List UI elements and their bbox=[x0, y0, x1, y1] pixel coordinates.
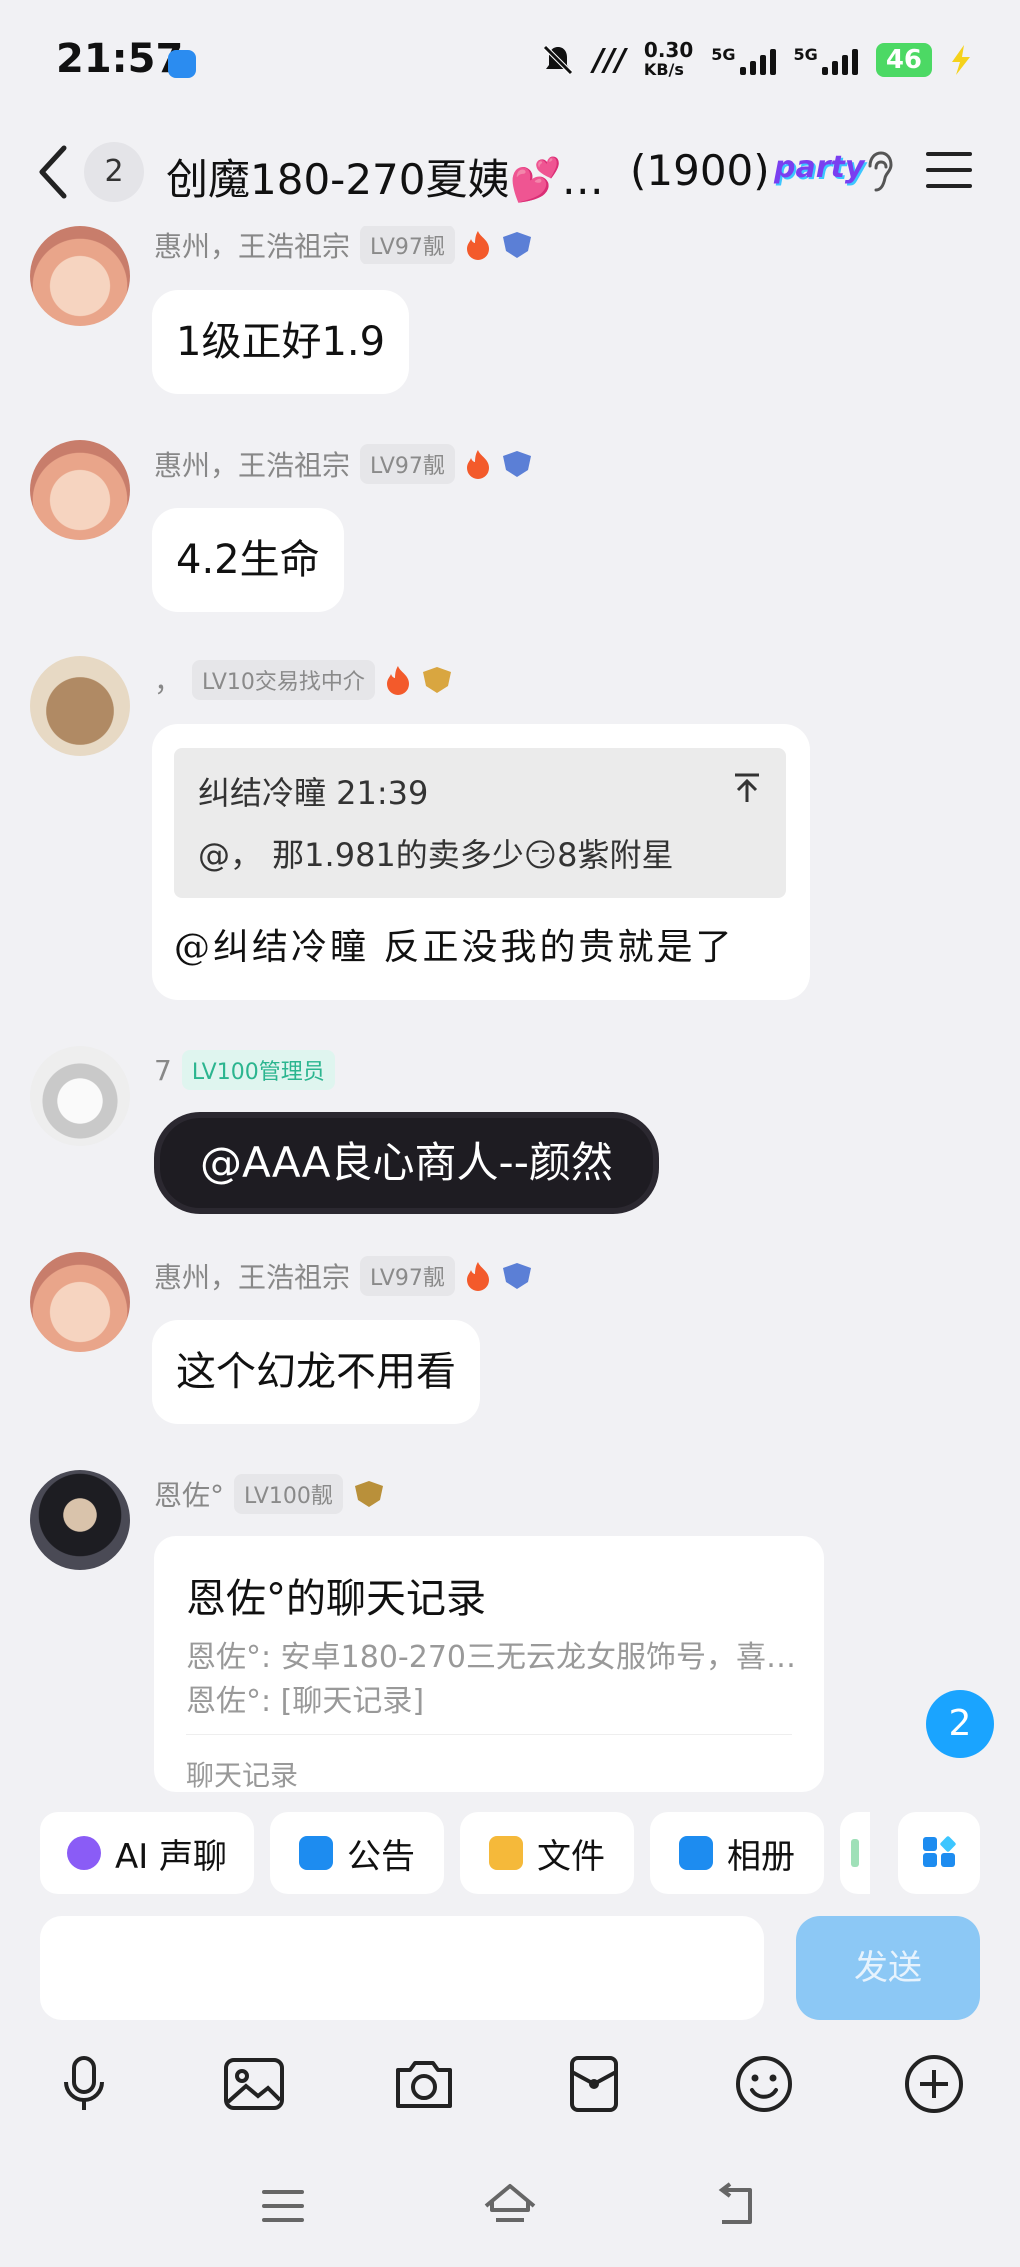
reply-text: @纠结冷瞳 反正没我的贵就是了 bbox=[174, 927, 735, 968]
sender-row: 恩佐° LV100靓 bbox=[154, 1474, 385, 1514]
rank-badge-icon bbox=[354, 1481, 383, 1507]
microphone-icon[interactable] bbox=[52, 2052, 116, 2116]
rank-badge-icon bbox=[502, 232, 531, 258]
card-line: 恩佐°: 安卓180-270三无云龙女服饰号，喜… bbox=[186, 1640, 796, 1675]
party-badge-icon[interactable]: party bbox=[774, 150, 864, 185]
rank-badge-icon bbox=[502, 451, 531, 477]
app-notification-icon bbox=[168, 50, 196, 78]
menu-icon[interactable] bbox=[926, 150, 972, 190]
avatar[interactable] bbox=[30, 440, 130, 540]
quoted-message[interactable]: 纠结冷瞳 21:39 @， 那1.981的卖多少😏8紫附星 bbox=[174, 748, 786, 898]
quote-text: @， 那1.981的卖多少😏8紫附星 bbox=[198, 836, 674, 874]
card-footer: 聊天记录 bbox=[186, 1759, 299, 1792]
quote-author-time: 纠结冷瞳 21:39 bbox=[198, 774, 429, 812]
status-icons: /// 0.30 KB/s 5G 5G 46 bbox=[541, 40, 972, 80]
level-badge: LV97靓 bbox=[360, 226, 455, 264]
message-bubble[interactable]: @AAA良心商人--颜然 bbox=[160, 1118, 653, 1208]
message-bubble[interactable]: 4.2生命 bbox=[152, 508, 344, 612]
signal-1-icon: 5G bbox=[711, 45, 776, 75]
sender-row: 惠州，王浩祖宗 LV97靓 bbox=[154, 226, 533, 264]
card-line: 恩佐°: [聊天记录] bbox=[186, 1684, 425, 1719]
nav-back-icon[interactable] bbox=[710, 2182, 766, 2230]
avatar[interactable] bbox=[30, 1252, 130, 1352]
sender-name[interactable]: 恩佐° bbox=[154, 1474, 224, 1514]
message-bubble[interactable]: 这个幻龙不用看 bbox=[152, 1320, 480, 1424]
level-badge: LV10交易找中介 bbox=[192, 660, 375, 700]
status-time: 21:57 bbox=[56, 36, 184, 82]
more-chip-icon bbox=[851, 1839, 859, 1867]
sender-row: 惠州，王浩祖宗 LV97靓 bbox=[154, 444, 533, 484]
flame-icon bbox=[466, 1262, 489, 1291]
flame-icon bbox=[466, 231, 489, 260]
rank-badge-icon bbox=[502, 1263, 531, 1289]
sender-name[interactable]: 惠州，王浩祖宗 bbox=[154, 444, 350, 484]
unread-chats-badge[interactable]: 2 bbox=[84, 142, 144, 202]
level-badge: LV100靓 bbox=[234, 1474, 343, 1514]
camera-icon[interactable] bbox=[392, 2052, 456, 2116]
avatar[interactable] bbox=[30, 1470, 130, 1570]
voice-chat-icon bbox=[66, 1836, 101, 1870]
battery-level: 46 bbox=[875, 43, 932, 77]
new-messages-badge[interactable]: 2 bbox=[926, 1690, 994, 1758]
flame-icon bbox=[386, 666, 409, 695]
avatar[interactable] bbox=[30, 226, 130, 326]
group-title[interactable]: 创魔180-270夏姨💕… bbox=[166, 146, 604, 207]
signal-2-icon: 5G bbox=[794, 45, 858, 75]
rank-badge-icon bbox=[422, 667, 451, 693]
jump-to-quote-icon[interactable] bbox=[732, 772, 762, 804]
emoji-icon[interactable] bbox=[732, 2052, 796, 2116]
toolbar-ai-voice-chat[interactable]: AI 声聊 bbox=[40, 1812, 254, 1894]
send-button[interactable]: 发送 bbox=[796, 1916, 980, 2020]
card-divider bbox=[186, 1734, 792, 1735]
charging-icon bbox=[952, 45, 970, 75]
back-arrow-icon[interactable] bbox=[34, 142, 74, 202]
level-badge: LV97靓 bbox=[360, 1256, 455, 1296]
nav-menu-icon[interactable] bbox=[256, 2182, 312, 2230]
flame-icon bbox=[466, 450, 489, 479]
quote-reply-bubble[interactable]: 纠结冷瞳 21:39 @， 那1.981的卖多少😏8紫附星 @纠结冷瞳 反正没我… bbox=[152, 724, 810, 1000]
sender-name[interactable]: 惠州，王浩祖宗 bbox=[154, 1256, 350, 1296]
album-icon bbox=[679, 1836, 713, 1870]
message-input[interactable] bbox=[40, 1916, 764, 2020]
sender-row: 7 LV100管理员 bbox=[154, 1050, 335, 1090]
folder-icon bbox=[489, 1836, 523, 1870]
avatar[interactable] bbox=[30, 1046, 130, 1146]
card-title: 恩佐°的聊天记录 bbox=[186, 1576, 486, 1622]
apps-grid-icon bbox=[923, 1836, 956, 1867]
group-member-count: (1900) bbox=[630, 146, 770, 195]
mute-bell-icon bbox=[543, 45, 573, 75]
sender-name[interactable]: 7 bbox=[154, 1054, 172, 1087]
sender-name[interactable]: ， bbox=[154, 660, 182, 700]
nav-home-icon[interactable] bbox=[482, 2182, 538, 2230]
sender-row: 惠州，王浩祖宗 LV97靓 bbox=[154, 1256, 533, 1296]
sender-name[interactable]: 惠州，王浩祖宗 bbox=[154, 226, 350, 264]
toolbar-announcement[interactable]: 公告 bbox=[270, 1812, 444, 1894]
carrier-logo-icon: /// bbox=[593, 42, 626, 78]
toolbar-apps-button[interactable] bbox=[898, 1812, 980, 1894]
announcement-icon bbox=[299, 1836, 333, 1870]
ear-icon[interactable] bbox=[862, 150, 896, 194]
message-bubble[interactable]: 1级正好1.9 bbox=[152, 290, 410, 394]
sender-row: ， LV10交易找中介 bbox=[154, 660, 453, 700]
net-speed: 0.30 KB/s bbox=[643, 38, 694, 79]
plus-icon[interactable] bbox=[902, 2052, 966, 2116]
avatar[interactable] bbox=[30, 656, 130, 756]
toolbar-files[interactable]: 文件 bbox=[460, 1812, 634, 1894]
toolbar-more-chip[interactable] bbox=[840, 1812, 870, 1894]
chat-record-card[interactable]: 恩佐°的聊天记录 恩佐°: 安卓180-270三无云龙女服饰号，喜… 恩佐°: … bbox=[154, 1536, 824, 1792]
image-icon[interactable] bbox=[222, 2052, 286, 2116]
level-badge: LV97靓 bbox=[360, 444, 455, 484]
toolbar-album[interactable]: 相册 bbox=[650, 1812, 824, 1894]
red-packet-icon[interactable] bbox=[562, 2052, 626, 2116]
admin-badge: LV100管理员 bbox=[181, 1050, 335, 1090]
